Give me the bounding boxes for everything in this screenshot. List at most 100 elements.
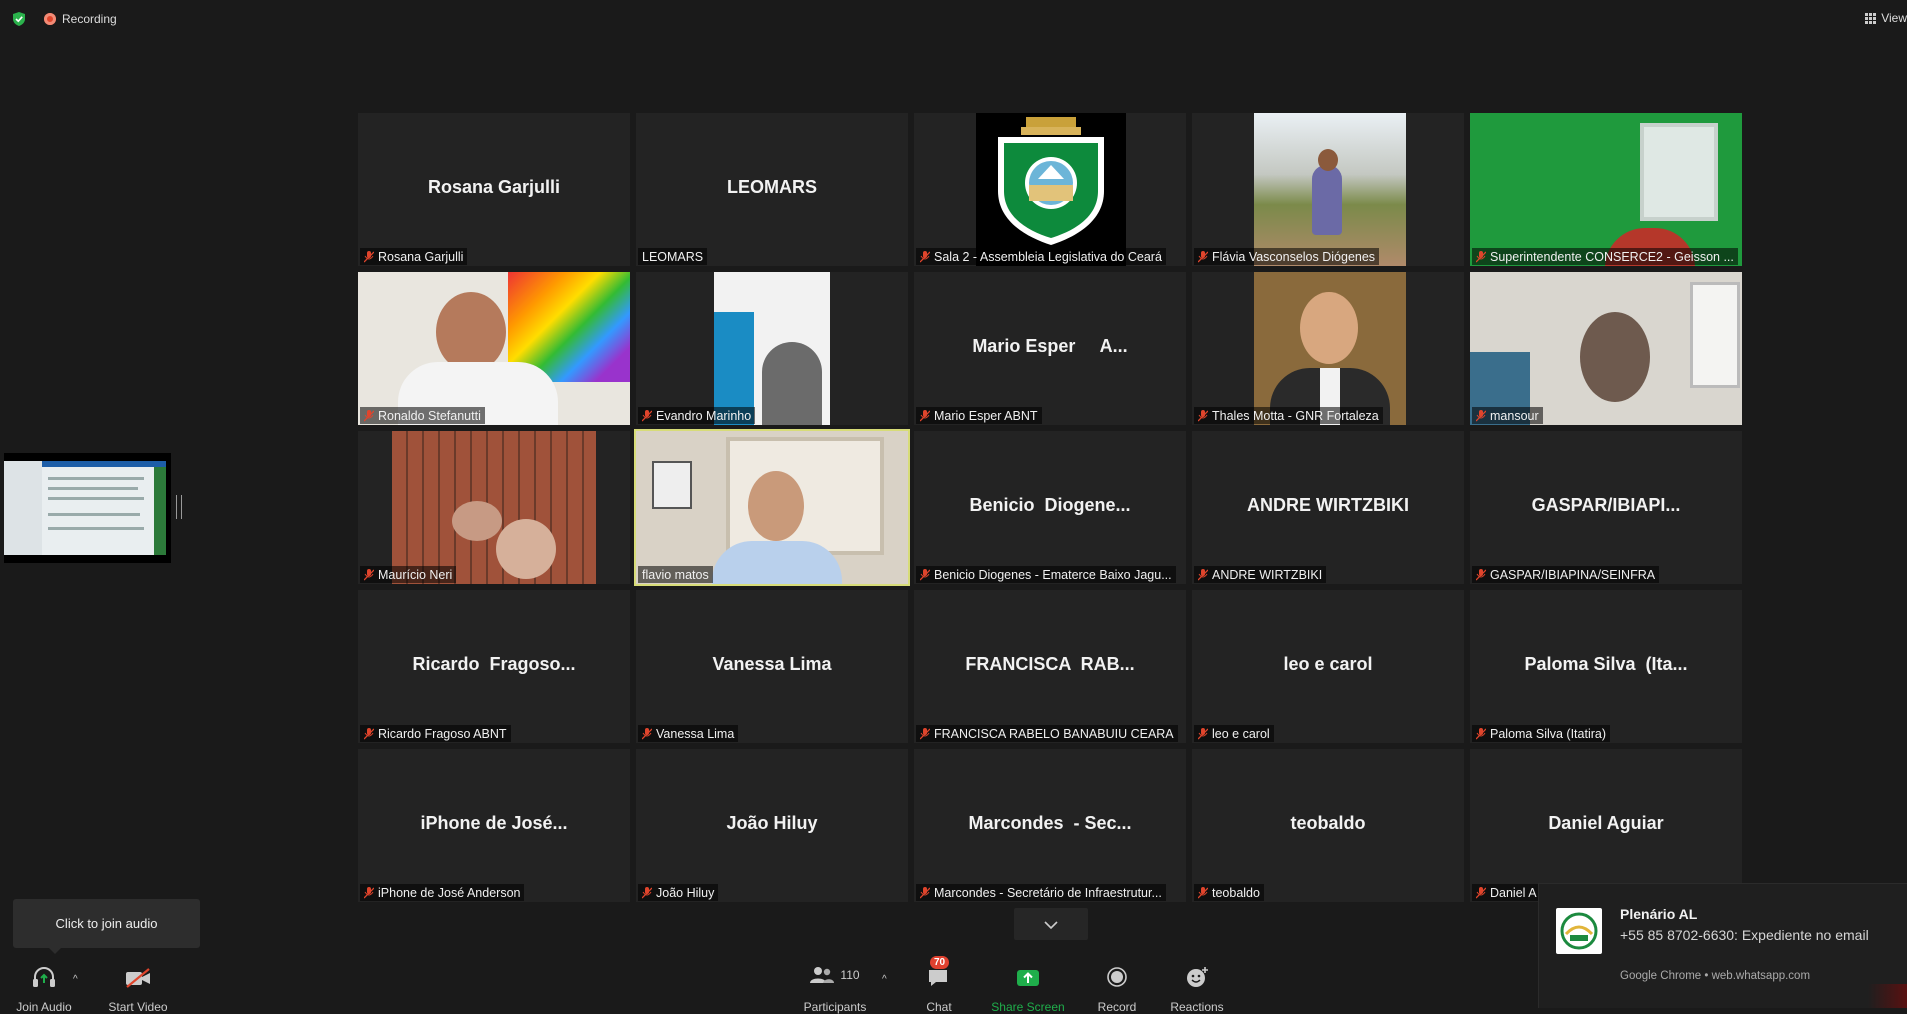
- participant-name: Vanessa Lima: [656, 726, 735, 741]
- recording-dot-icon: [44, 13, 56, 25]
- participant-label: Mario Esper ABNT: [916, 407, 1042, 424]
- participant-tile[interactable]: iPhone de José... iPhone de José Anderso…: [358, 749, 630, 902]
- join-audio-button[interactable]: Join Audio: [14, 962, 74, 1014]
- participant-name: Maurício Neri: [378, 567, 453, 582]
- participant-name-display: Vanessa Lima: [712, 654, 832, 674]
- participant-name-display: Rosana Garjulli: [427, 177, 561, 197]
- muted-mic-icon: [1198, 409, 1208, 421]
- reactions-button[interactable]: Reactions: [1164, 962, 1230, 1014]
- participant-tile[interactable]: Benicio Diogene... Benicio Diogenes - Em…: [914, 431, 1186, 584]
- record-button[interactable]: Record: [1092, 962, 1142, 1014]
- start-video-button[interactable]: Start Video: [104, 962, 172, 1014]
- recording-indicator[interactable]: Recording: [44, 12, 117, 26]
- participant-label: Evandro Marinho: [638, 407, 756, 424]
- participant-tile[interactable]: Ricardo Fragoso... Ricardo Fragoso ABNT: [358, 590, 630, 743]
- participant-tile-active-speaker[interactable]: flavio matos: [634, 429, 910, 586]
- chevron-down-icon: [1044, 921, 1058, 930]
- participant-label: Thales Motta - GNR Fortaleza: [1194, 407, 1383, 424]
- participants-button[interactable]: 110 Participants: [798, 962, 872, 1014]
- muted-mic-icon: [364, 886, 374, 898]
- participant-label: LEOMARS: [638, 248, 708, 265]
- participant-tile[interactable]: Daniel Aguiar Daniel A: [1470, 749, 1742, 902]
- participant-tile[interactable]: Marcondes - Sec... Marcondes - Secretári…: [914, 749, 1186, 902]
- grid-icon: [1865, 12, 1877, 24]
- participant-label: Paloma Silva (Itatira): [1472, 725, 1611, 742]
- muted-mic-icon: [1476, 568, 1486, 580]
- participant-tile[interactable]: Evandro Marinho: [636, 272, 908, 425]
- participant-tile[interactable]: Rosana Garjulli Rosana Garjulli: [358, 113, 630, 266]
- share-screen-label: Share Screen: [991, 1000, 1065, 1014]
- participant-tile[interactable]: Vanessa Lima Vanessa Lima: [636, 590, 908, 743]
- share-screen-button[interactable]: Share Screen: [990, 962, 1066, 1014]
- share-screen-icon: [1017, 970, 1039, 986]
- participant-label: teobaldo: [1194, 884, 1264, 901]
- record-label: Record: [1097, 1000, 1137, 1014]
- muted-mic-icon: [1198, 727, 1208, 739]
- participant-label: Maurício Neri: [360, 566, 457, 583]
- participant-tile[interactable]: ANDRE WIRTZBIKI ANDRE WIRTZBIKI: [1192, 431, 1464, 584]
- muted-mic-icon: [1476, 250, 1486, 262]
- participants-label: Participants: [803, 1000, 867, 1014]
- participant-name-display: teobaldo: [1290, 813, 1366, 833]
- view-button[interactable]: View: [1865, 11, 1907, 25]
- participant-tile[interactable]: Flávia Vasconselos Diógenes: [1192, 113, 1464, 266]
- participant-tile[interactable]: Thales Motta - GNR Fortaleza: [1192, 272, 1464, 425]
- participant-tile[interactable]: Ronaldo Stefanutti: [358, 272, 630, 425]
- participant-name: Benicio Diogenes - Ematerce Baixo Jagu..…: [934, 567, 1172, 582]
- participant-name: GASPAR/IBIAPINA/SEINFRA: [1490, 567, 1656, 582]
- recording-label: Recording: [62, 12, 117, 26]
- participant-tile[interactable]: Superintendente CONSERCE2 - Geisson ...: [1470, 113, 1742, 266]
- participant-name-display: GASPAR/IBIAPI...: [1531, 495, 1681, 515]
- muted-mic-icon: [920, 250, 930, 262]
- tooltip-text: Click to join audio: [55, 916, 158, 931]
- thumbnail-resize-handle[interactable]: [176, 495, 182, 519]
- participant-name: flavio matos: [642, 567, 709, 582]
- participant-label: João Hiluy: [638, 884, 719, 901]
- security-shield-icon[interactable]: [12, 12, 26, 26]
- participant-label: Sala 2 - Assembleia Legislativa do Ceará: [916, 248, 1166, 265]
- participant-video: [392, 431, 596, 584]
- participant-name-display: Mario Esper A...: [972, 336, 1128, 356]
- participant-label: Flávia Vasconselos Diógenes: [1194, 248, 1380, 265]
- participant-video: [636, 431, 908, 584]
- participant-tile[interactable]: João Hiluy João Hiluy: [636, 749, 908, 902]
- participant-name-display: ANDRE WIRTZBIKI: [1247, 495, 1409, 515]
- reactions-label: Reactions: [1170, 1000, 1224, 1014]
- shared-screen-thumbnail[interactable]: [4, 453, 171, 563]
- participant-tile[interactable]: Sala 2 - Assembleia Legislativa do Ceará: [914, 113, 1186, 266]
- participant-label: Ronaldo Stefanutti: [360, 407, 485, 424]
- record-icon: [1107, 967, 1127, 987]
- participant-name-display: João Hiluy: [726, 813, 818, 833]
- participant-name: Flávia Vasconselos Diógenes: [1212, 249, 1376, 264]
- participant-label: leo e carol: [1194, 725, 1274, 742]
- participants-options-caret-icon[interactable]: ^: [882, 974, 887, 985]
- muted-mic-icon: [1198, 250, 1208, 262]
- participants-count: 110: [840, 968, 860, 982]
- participant-tile[interactable]: LEOMARS LEOMARS: [636, 113, 908, 266]
- participant-name: João Hiluy: [656, 885, 715, 900]
- participant-tile[interactable]: teobaldo teobaldo: [1192, 749, 1464, 902]
- chrome-notification[interactable]: Plenário AL +55 85 8702-6630: Expediente…: [1538, 883, 1907, 1008]
- participant-video: [358, 272, 630, 425]
- notification-body: +55 85 8702-6630: Expediente no email: [1620, 927, 1869, 943]
- participant-tile[interactable]: FRANCISCA RAB... FRANCISCA RABELO BANABU…: [914, 590, 1186, 743]
- participant-tile[interactable]: Mario Esper A... Mario Esper ABNT: [914, 272, 1186, 425]
- participant-tile[interactable]: mansour: [1470, 272, 1742, 425]
- muted-mic-icon: [642, 727, 652, 739]
- participant-tile[interactable]: Paloma Silva (Ita... Paloma Silva (Itati…: [1470, 590, 1742, 743]
- participant-name: Marcondes - Secretário de Infraestrutur.…: [934, 885, 1162, 900]
- participant-name: FRANCISCA RABELO BANABUIU CEARA: [934, 726, 1174, 741]
- collapse-gallery-button[interactable]: [1014, 908, 1088, 940]
- audio-options-caret-icon[interactable]: ^: [73, 974, 78, 985]
- participant-name: iPhone de José Anderson: [378, 885, 521, 900]
- participant-tile[interactable]: GASPAR/IBIAPI... GASPAR/IBIAPINA/SEINFRA: [1470, 431, 1742, 584]
- notification-source: Google Chrome • web.whatsapp.com: [1620, 970, 1811, 982]
- muted-mic-icon: [1198, 568, 1208, 580]
- participant-tile[interactable]: leo e carol leo e carol: [1192, 590, 1464, 743]
- muted-mic-icon: [642, 886, 652, 898]
- chat-label: Chat: [926, 1000, 952, 1014]
- muted-mic-icon: [364, 409, 374, 421]
- participant-tile[interactable]: Maurício Neri: [358, 431, 630, 584]
- chat-button[interactable]: 70 Chat: [916, 956, 962, 1014]
- participant-name: Thales Motta - GNR Fortaleza: [1212, 408, 1379, 423]
